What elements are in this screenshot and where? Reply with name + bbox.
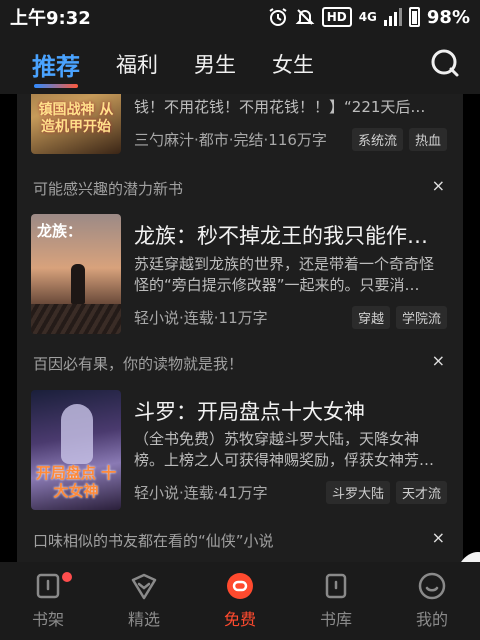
tab-recommend[interactable]: 推荐 xyxy=(32,47,80,88)
book-cover: 开局盘点 十大女神 xyxy=(31,390,121,510)
book-description: 苏廷穿越到龙族的世界，还是带着一个奇奇怪怪的“旁白提示修改器”一起来的。只要消… xyxy=(134,255,435,294)
book-tags: 斗罗大陆 天才流 xyxy=(325,481,447,504)
book-card[interactable]: 开局盘点 十大女神 斗罗：开局盘点十大女神 （全书免费）苏牧穿越斗罗大陆，天降女… xyxy=(17,390,463,510)
book-description: 钱！不用花钱！不用花钱！！】“221天后… xyxy=(134,98,426,116)
bookshelf-icon xyxy=(36,573,60,599)
hd-badge: HD xyxy=(321,7,352,27)
tab-welfare[interactable]: 福利 xyxy=(116,49,158,79)
recommend-panel: 镇国战神 从造机甲开始 钱！不用花钱！不用花钱！！】“221天后… 三勺麻汁·都… xyxy=(17,94,463,562)
cover-title: 镇国战神 从造机甲开始 xyxy=(38,102,114,135)
alarm-icon xyxy=(268,7,288,27)
book-title[interactable]: 斗罗：开局盘点十大女神 xyxy=(134,396,365,426)
nav-free[interactable]: 免费 xyxy=(192,562,288,640)
tag[interactable]: 系统流 xyxy=(351,128,403,151)
book-meta: 三勺麻汁·都市·完结·116万字 xyxy=(134,131,327,149)
nav-profile[interactable]: 我的 xyxy=(384,562,480,640)
status-time: 上午9:32 xyxy=(10,8,91,29)
search-icon[interactable] xyxy=(430,48,460,78)
cover-title: 龙族： xyxy=(37,222,83,240)
nav-library[interactable]: 书库 xyxy=(288,562,384,640)
nav-label: 免费 xyxy=(223,610,256,629)
nav-label: 我的 xyxy=(415,610,448,629)
close-icon[interactable]: × xyxy=(432,176,445,195)
nav-label: 精选 xyxy=(127,610,160,629)
nav-bookshelf[interactable]: 书架 xyxy=(0,562,96,640)
nav-label: 书架 xyxy=(31,610,64,629)
book-title[interactable]: 龙族：秒不掉龙王的我只能作… xyxy=(134,220,428,250)
tag[interactable]: 穿越 xyxy=(351,306,390,329)
cover-title: 开局盘点 十大女神 xyxy=(35,464,117,500)
book-tags: 系统流 热血 xyxy=(351,128,447,151)
nav-label: 书库 xyxy=(319,610,352,629)
tag[interactable]: 天才流 xyxy=(395,481,447,504)
network-type: 4G xyxy=(358,10,377,24)
tag[interactable]: 斗罗大陆 xyxy=(325,481,390,504)
status-bar: 上午9:32 HD 4G 98% xyxy=(0,0,480,34)
tag[interactable]: 学院流 xyxy=(395,306,447,329)
floating-mascot[interactable] xyxy=(450,546,480,562)
nav-featured[interactable]: 精选 xyxy=(96,562,192,640)
book-tags: 穿越 学院流 xyxy=(351,306,447,329)
section-title: 口味相似的书友都在看的“仙侠”小说 xyxy=(33,532,274,550)
book-cover: 龙族： xyxy=(31,214,121,334)
top-tabs: 推荐 福利 男生 女生 xyxy=(0,34,480,94)
book-card[interactable]: 镇国战神 从造机甲开始 钱！不用花钱！不用花钱！！】“221天后… 三勺麻汁·都… xyxy=(17,94,463,154)
tab-female[interactable]: 女生 xyxy=(272,49,314,79)
tag[interactable]: 热血 xyxy=(408,128,447,151)
signal-icon xyxy=(383,8,402,26)
section-title: 可能感兴趣的潜力新书 xyxy=(33,180,184,198)
battery-icon xyxy=(408,7,420,27)
library-icon xyxy=(325,573,347,599)
feed[interactable]: 镇国战神 从造机甲开始 钱！不用花钱！不用花钱！！】“221天后… 三勺麻汁·都… xyxy=(0,94,480,562)
status-icons: HD 4G 98% xyxy=(268,7,470,28)
featured-icon xyxy=(131,573,157,600)
close-icon[interactable]: × xyxy=(432,351,445,370)
section-title: 百因必有果，你的读物就是我！ xyxy=(33,355,244,373)
battery-percent: 98% xyxy=(426,6,470,28)
book-card[interactable]: 龙族： 龙族：秒不掉龙王的我只能作… 苏廷穿越到龙族的世界，还是带着一个奇奇怪怪… xyxy=(17,214,463,334)
book-cover: 镇国战神 从造机甲开始 xyxy=(31,94,121,154)
close-icon[interactable]: × xyxy=(432,528,445,547)
free-icon xyxy=(227,573,253,599)
profile-icon xyxy=(418,572,446,600)
bottom-nav: 书架 精选 免费 书库 我的 xyxy=(0,562,480,640)
mute-bell-icon xyxy=(295,7,315,27)
book-meta: 轻小说·连载·41万字 xyxy=(134,484,268,502)
book-meta: 轻小说·连载·11万字 xyxy=(134,309,268,327)
notification-dot xyxy=(62,572,72,582)
tab-male[interactable]: 男生 xyxy=(194,49,236,79)
book-description: （全书免费）苏牧穿越斗罗大陆，天降女神榜。上榜之人可获得神赐奖励，俘获女神芳… xyxy=(134,430,435,469)
